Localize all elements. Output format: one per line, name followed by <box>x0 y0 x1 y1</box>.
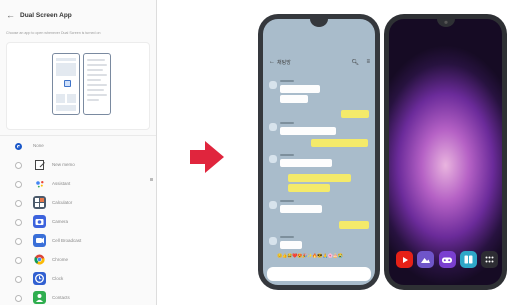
chat-input[interactable] <box>267 267 371 281</box>
app-dock <box>396 251 498 269</box>
app-row-calculator[interactable]: Calculator <box>0 194 156 214</box>
chrome-icon <box>33 253 46 266</box>
search-icon[interactable]: 🔍︎ <box>351 59 359 66</box>
emoji-message: 😊👍😂❤️😍🎉✨🔥😎🙏🌸🎂😭 <box>277 253 343 258</box>
radio-button[interactable] <box>15 295 22 302</box>
app-row-contacts[interactable]: Contacts <box>0 289 156 305</box>
chat-bubble-own[interactable] <box>288 174 351 182</box>
radio-button[interactable] <box>15 200 22 207</box>
radio-button[interactable] <box>15 181 22 188</box>
app-row-none[interactable]: None <box>0 137 156 157</box>
app-label: Cell Broadcast <box>52 238 82 243</box>
sender-name <box>280 200 294 202</box>
chat-title: 채팅방 <box>277 59 291 66</box>
chat-bubble[interactable] <box>280 127 336 135</box>
app-label: Assistant <box>52 181 71 186</box>
chat-bubble-own[interactable] <box>311 139 368 147</box>
app-label: Chrome <box>52 257 69 262</box>
section-divider <box>0 135 156 136</box>
chat-bubble[interactable] <box>280 95 308 103</box>
radio-button[interactable] <box>15 143 22 150</box>
dual-screen-preview <box>6 42 150 130</box>
apps-grid-icon[interactable] <box>481 251 498 268</box>
radio-button[interactable] <box>15 257 22 264</box>
chat-header: ← 채팅방 🔍︎ ≡ <box>269 54 373 70</box>
radio-button[interactable] <box>15 219 22 226</box>
app-label: Calculator <box>52 200 73 205</box>
dual-screen-app-settings: ← Dual Screen App Choose an app to open … <box>0 0 157 305</box>
sender-name <box>280 236 294 238</box>
youtube-icon[interactable] <box>396 251 413 268</box>
avatar <box>269 123 277 131</box>
sender-name <box>280 80 294 82</box>
chat-bubble-own[interactable] <box>341 110 369 118</box>
scrollbar-handle[interactable] <box>150 178 153 181</box>
radio-button[interactable] <box>15 238 22 245</box>
avatar <box>269 155 277 163</box>
app-row-assistant[interactable]: Assistant <box>0 175 156 195</box>
preview-main-screen <box>52 53 80 115</box>
radio-button[interactable] <box>15 276 22 283</box>
app-row-cell-broadcast[interactable]: Cell Broadcast <box>0 232 156 252</box>
chat-bubble[interactable] <box>280 205 322 213</box>
avatar <box>269 81 277 89</box>
chat-bubble[interactable] <box>280 159 332 167</box>
camera-icon <box>33 215 46 228</box>
memo-icon <box>33 158 46 171</box>
app-label: Contacts <box>52 295 70 300</box>
app-row-clock[interactable]: Clock <box>0 270 156 290</box>
home-screen <box>389 19 502 285</box>
phone-main-screen: ← 채팅방 🔍︎ ≡ 😊👍😂❤️😍🎉✨🔥😎🙏🌸🎂😭 <box>258 14 380 290</box>
clock-icon <box>33 272 46 285</box>
chat-bubble[interactable] <box>280 241 302 249</box>
cell-broadcast-icon <box>33 234 46 247</box>
radio-button[interactable] <box>15 162 22 169</box>
app-row-chrome[interactable]: Chrome <box>0 251 156 271</box>
menu-icon[interactable]: ≡ <box>366 59 370 65</box>
game-icon[interactable] <box>438 251 456 268</box>
chat-bubble-own[interactable] <box>288 184 330 192</box>
app-label: Camera <box>52 219 69 224</box>
app-row-new-memo[interactable]: New memo <box>0 156 156 176</box>
page-title: Dual Screen App <box>20 11 72 19</box>
app-label: None <box>33 143 44 148</box>
notch-icon <box>310 19 328 27</box>
chat-screen: ← 채팅방 🔍︎ ≡ 😊👍😂❤️😍🎉✨🔥😎🙏🌸🎂😭 <box>263 19 375 285</box>
phone-dual-screen <box>384 14 507 290</box>
selected-app-marker <box>64 80 71 87</box>
sender-name <box>280 154 294 156</box>
preview-dual-screen <box>83 53 111 115</box>
chat-bubble[interactable] <box>280 85 320 93</box>
avatar <box>269 237 277 245</box>
app-row-camera[interactable]: Camera <box>0 213 156 233</box>
app-label: New memo <box>52 162 75 167</box>
arrow-right-icon <box>190 141 224 173</box>
sender-name <box>280 122 294 124</box>
back-arrow-icon[interactable]: ← <box>6 10 15 20</box>
app-label: Clock <box>52 276 64 281</box>
assistant-icon <box>33 177 46 190</box>
gallery-icon[interactable] <box>417 251 435 268</box>
avatar <box>269 201 277 209</box>
back-arrow-icon[interactable]: ← <box>269 59 275 65</box>
camera-notch-icon <box>436 19 455 27</box>
dual-screen-icon[interactable] <box>459 251 477 268</box>
chat-bubble-own[interactable] <box>339 221 369 229</box>
settings-description: Choose an app to open whenever Dual Scre… <box>6 31 101 35</box>
contacts-icon <box>33 291 46 304</box>
settings-header: ← Dual Screen App <box>6 8 72 22</box>
calculator-icon <box>33 196 46 209</box>
